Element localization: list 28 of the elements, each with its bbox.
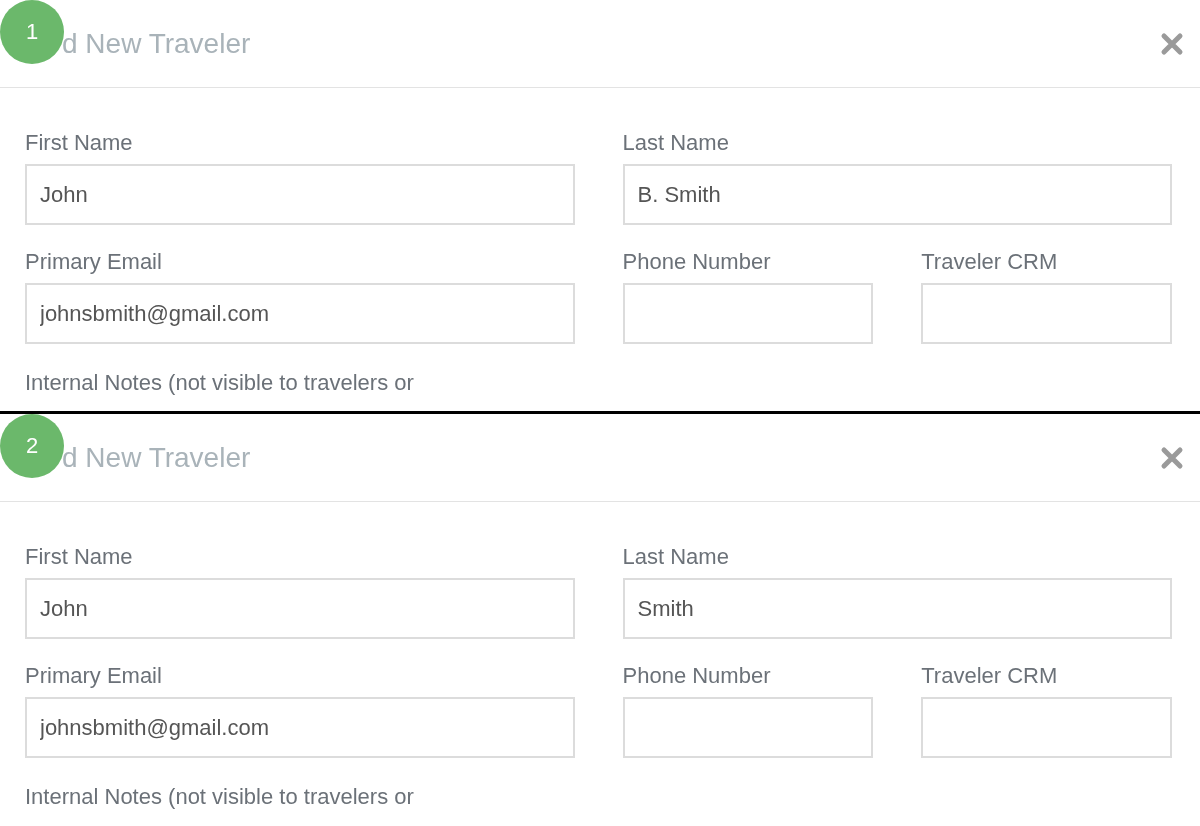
input-field[interactable]: johnsbmith@gmail.com bbox=[25, 697, 575, 758]
input-field[interactable]: John bbox=[25, 578, 575, 639]
field-label: First Name bbox=[25, 130, 133, 156]
input-field[interactable]: Smith bbox=[622, 578, 1172, 639]
field-label: Primary Email bbox=[25, 249, 162, 275]
input-field[interactable]: johnsbmith@gmail.com bbox=[25, 283, 575, 344]
input-field[interactable]: John bbox=[25, 164, 575, 225]
input-field[interactable] bbox=[622, 283, 874, 344]
field-label: Phone Number bbox=[622, 663, 771, 689]
field-label: Traveler CRM bbox=[921, 249, 1058, 275]
field-label: Primary Email bbox=[25, 663, 162, 689]
input-field[interactable] bbox=[921, 283, 1172, 344]
field-label: Internal Notes (not visible to travelers or bbox=[25, 784, 415, 810]
dialog-title: d New Traveler bbox=[62, 27, 251, 60]
input-field[interactable] bbox=[921, 697, 1172, 758]
close-icon[interactable] bbox=[1160, 31, 1184, 56]
input-field[interactable] bbox=[622, 697, 874, 758]
field-label: Last Name bbox=[622, 130, 729, 156]
dialog-title: d New Traveler bbox=[62, 441, 251, 474]
field-label: Last Name bbox=[622, 544, 729, 570]
field-label: Internal Notes (not visible to travelers or bbox=[25, 370, 415, 396]
input-field[interactable]: B. Smith bbox=[622, 164, 1172, 225]
field-label: Traveler CRM bbox=[921, 663, 1058, 689]
step-badge: 1 bbox=[0, 0, 64, 64]
close-icon[interactable] bbox=[1160, 445, 1184, 470]
step-badge: 2 bbox=[0, 414, 64, 478]
field-label: First Name bbox=[25, 544, 133, 570]
field-label: Phone Number bbox=[622, 249, 771, 275]
